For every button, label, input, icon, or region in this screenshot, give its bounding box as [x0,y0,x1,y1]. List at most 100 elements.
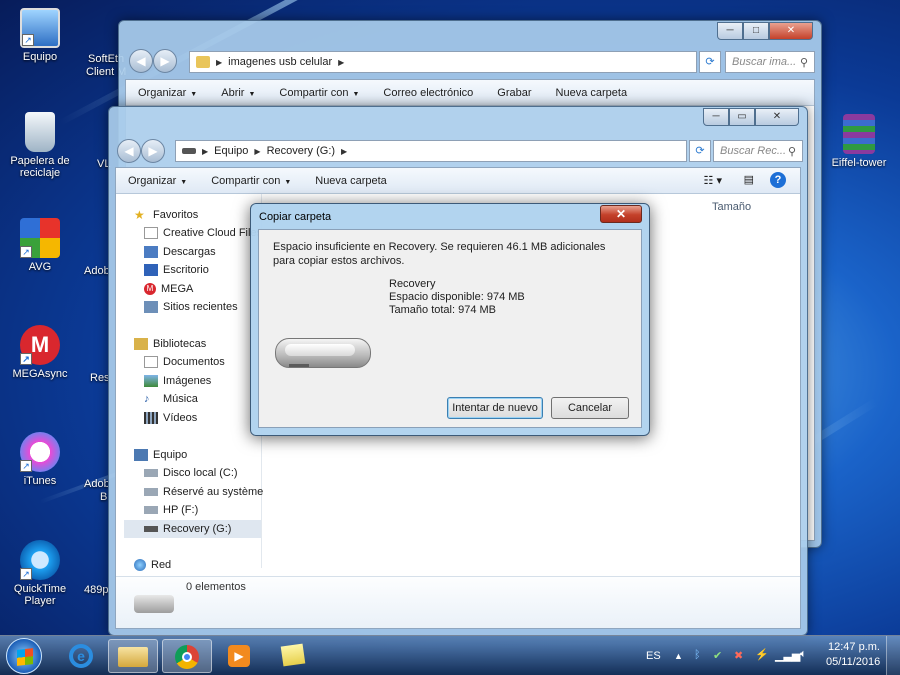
desktop-icon-itunes[interactable]: ↗ iTunes [3,432,77,487]
view-options-icon[interactable]: ☷ ▾ [704,174,722,187]
nav-local-disk-c[interactable]: Disco local (C:) [144,464,238,482]
new-folder-button[interactable]: Nueva carpeta [315,175,387,187]
clock-date[interactable]: 05/11/2016 [826,656,880,668]
minimize-button[interactable]: ─ [717,22,743,40]
folder-icon [118,647,148,667]
retry-button[interactable]: Intentar de nuevo [447,397,543,419]
nav-system-reserved[interactable]: Réservé au système [144,483,263,501]
organize-menu[interactable]: Organizar ▼ [138,87,197,99]
signal-icon[interactable]: ▁▃▅ [775,649,800,662]
nav-music[interactable]: ♪ Música [144,390,198,408]
desktop-icon-quicktime[interactable]: ↗ QuickTime Player [3,540,77,607]
pictures-icon [144,375,158,387]
security-icon[interactable]: ✖ [734,649,743,662]
command-bar: Organizar ▼ Compartir con ▼ Nueva carpeta … [116,168,800,194]
nav-libraries[interactable]: Bibliotecas [134,335,206,353]
drive-info: Recovery Espacio disponible: 974 MB Tama… [389,278,525,317]
desktop-icon-computer[interactable]: ↗ Equipo [3,8,77,63]
organize-menu[interactable]: Organizar ▼ [128,175,187,187]
forward-button[interactable]: ▶ [141,139,165,163]
taskbar: e ▶ ES ▲ ᛒ ✔ ✖ ⚡ ▁▃▅ 🔈︎ 12:47 p.m. 05/11… [0,635,900,675]
bluetooth-icon[interactable]: ᛒ [694,649,701,661]
address-bar[interactable]: ▶ imagenes usb celular ▶ [189,51,697,73]
item-count: 0 elementos [186,581,246,593]
maximize-button[interactable]: ▭ [729,108,755,126]
open-menu[interactable]: Abrir ▼ [221,87,255,99]
breadcrumb-item[interactable]: Equipo [214,145,248,157]
search-input[interactable]: Buscar ima... ⚲ [725,51,815,73]
nav-downloads[interactable]: Descargas [144,243,216,261]
address-bar[interactable]: ▶ Equipo ▶ Recovery (G:) ▶ [175,140,687,162]
navigation-pane: ★ Favoritos Creative Cloud Files Descarga… [116,194,263,571]
share-menu[interactable]: Compartir con ▼ [211,175,291,187]
refresh-button[interactable]: ⟳ [699,51,721,73]
desktop-label-peek: Res [90,372,110,384]
winrar-archive-icon [843,114,875,154]
taskbar-chrome[interactable] [162,639,212,673]
share-menu[interactable]: Compartir con ▼ [279,87,359,99]
search-icon: ⚲ [787,146,796,158]
desktop-icon [144,264,158,276]
nav-recovery-g[interactable]: Recovery (G:) [124,520,261,538]
network-icon [134,559,146,571]
language-indicator[interactable]: ES [646,650,661,662]
desktop-icon-recycle-bin[interactable]: Papelera de reciclaje [3,112,77,179]
desktop-icon-label: Equipo [22,51,58,63]
desktop-icon-megasync[interactable]: M ↗ MEGAsync [3,325,77,380]
folder-icon [196,56,210,68]
computer-icon: ↗ [20,8,60,48]
desktop-icon-eiffel-tower[interactable]: Eiffel-tower [822,114,896,169]
copy-folder-dialog[interactable]: Copiar carpeta ✕ Espacio insuficiente en… [250,203,650,436]
maximize-button[interactable]: □ [743,22,769,40]
taskbar-internet-explorer[interactable]: e [56,639,106,673]
chrome-icon [175,645,199,669]
back-button[interactable]: ◀ [117,139,141,163]
nav-creative-cloud-files[interactable]: Creative Cloud Files [144,224,262,242]
dialog-close-button[interactable]: ✕ [600,205,642,223]
nav-recent-places[interactable]: Sitios recientes [144,298,238,316]
nav-mega[interactable]: M MEGA [144,280,193,298]
recent-places-icon [144,301,158,313]
desktop-icon-avg[interactable]: ↗ AVG [3,218,77,273]
forward-button[interactable]: ▶ [153,49,177,73]
nav-documents[interactable]: Documentos [144,353,225,371]
search-icon: ⚲ [799,57,808,69]
cancel-button[interactable]: Cancelar [551,397,629,419]
taskbar-media-player[interactable]: ▶ [214,639,264,673]
email-button[interactable]: Correo electrónico [383,87,473,99]
sticky-notes-icon [280,643,306,667]
search-input[interactable]: Buscar Rec... ⚲ [713,140,803,162]
taskbar-windows-explorer[interactable] [108,639,158,673]
nav-favorites[interactable]: ★ Favoritos [134,206,198,224]
nav-computer[interactable]: Equipo [134,446,187,464]
breadcrumb-item[interactable]: imagenes usb celular [228,56,332,68]
back-button[interactable]: ◀ [129,49,153,73]
window-controls: ─ ▭ ✕ [703,108,799,126]
nav-network[interactable]: Red [134,556,171,574]
preview-pane-icon[interactable]: ▤ [744,173,754,186]
column-header[interactable]: Tamaño [712,201,751,213]
help-icon[interactable]: ? [770,172,786,188]
nav-hp-f[interactable]: HP (F:) [144,501,198,519]
volume-icon[interactable]: 🔈︎ [800,648,807,661]
show-hidden-icons[interactable]: ▲ [674,651,683,661]
close-button[interactable]: ✕ [769,22,813,40]
burn-button[interactable]: Grabar [497,87,531,99]
power-icon[interactable]: ⚡ [755,648,769,661]
refresh-button[interactable]: ⟳ [689,140,711,162]
nav-desktop[interactable]: Escritorio [144,261,209,279]
dialog-body: Espacio insuficiente en Recovery. Se req… [258,229,642,428]
minimize-button[interactable]: ─ [703,108,729,126]
clock-time[interactable]: 12:47 p.m. [828,641,880,653]
taskbar-sticky-notes[interactable] [268,639,318,673]
desktop-icon-label: QuickTime Player [13,583,67,607]
close-button[interactable]: ✕ [755,108,799,126]
nav-pictures[interactable]: Imágenes [144,372,211,390]
new-folder-button[interactable]: Nueva carpeta [556,87,628,99]
breadcrumb-item[interactable]: Recovery (G:) [267,145,335,157]
window-controls: ─ □ ✕ [717,22,813,40]
show-desktop-button[interactable] [886,636,900,675]
start-button[interactable] [6,638,42,674]
nav-videos[interactable]: Vídeos [144,409,197,427]
action-center-icon[interactable]: ✔ [713,649,722,662]
